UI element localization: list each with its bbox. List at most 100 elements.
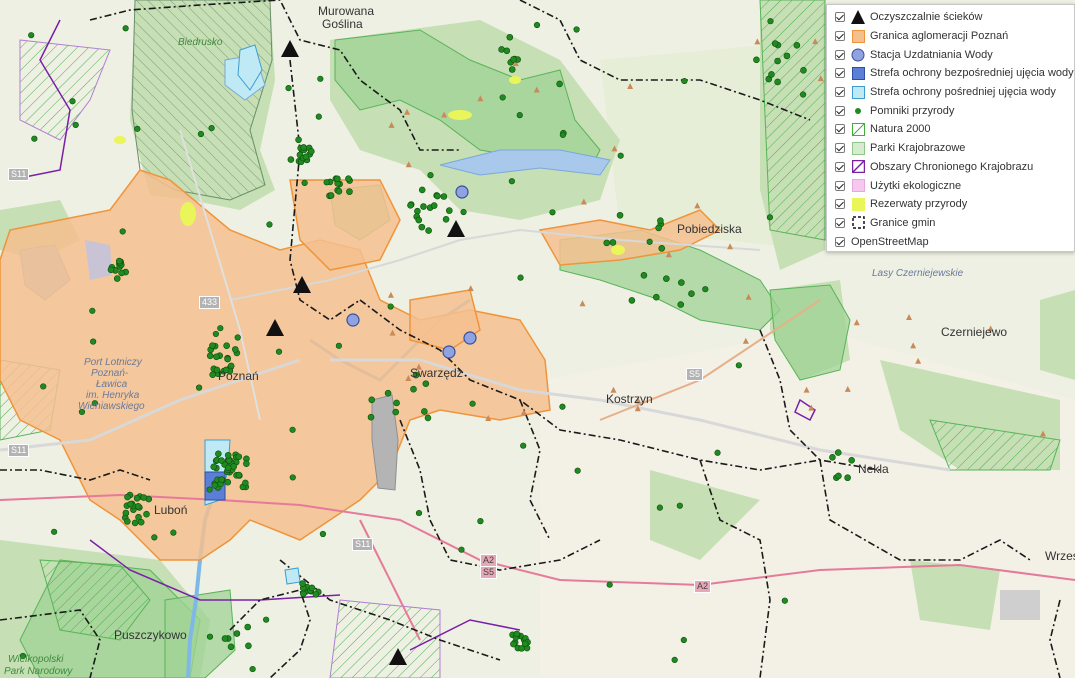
- nature-monument-dot[interactable]: [510, 640, 517, 648]
- nature-monument-dot[interactable]: [40, 383, 47, 390]
- nature-monument-dot[interactable]: [767, 18, 774, 25]
- nature-monument-dot[interactable]: [140, 494, 148, 501]
- nature-monument-dot[interactable]: [345, 175, 352, 182]
- nature-monument-dot[interactable]: [263, 616, 270, 623]
- layer-checkbox[interactable]: [835, 236, 845, 247]
- nature-monument-dot[interactable]: [663, 275, 670, 282]
- nature-monument-dot[interactable]: [300, 590, 307, 598]
- nature-monument-dot[interactable]: [549, 209, 556, 216]
- nature-monument-dot[interactable]: [420, 203, 427, 210]
- nature-monument-dot[interactable]: [844, 474, 851, 482]
- nature-monument-dot[interactable]: [640, 272, 648, 279]
- legend-item-direct-zone[interactable]: Strefa ochrony bezpośredniej ujęcia wody: [835, 64, 1074, 83]
- nature-monument-dot[interactable]: [170, 529, 177, 536]
- nature-monument-dot[interactable]: [231, 346, 239, 353]
- nature-monument-dot[interactable]: [137, 518, 145, 526]
- legend-item-parks[interactable]: Parki Krajobrazowe: [835, 139, 1068, 158]
- nature-monument-dot[interactable]: [774, 78, 781, 86]
- nature-monument-dot[interactable]: [197, 130, 205, 138]
- nature-monument-dot[interactable]: [533, 21, 541, 29]
- nature-monument-dot[interactable]: [299, 580, 306, 587]
- nature-monument-dot[interactable]: [218, 457, 225, 464]
- nature-monument-dot[interactable]: [31, 135, 38, 142]
- nature-monument-dot[interactable]: [688, 290, 695, 297]
- legend-item-sewage[interactable]: Oczyszczalnie ścieków: [835, 8, 1068, 27]
- nature-monument-dot[interactable]: [301, 179, 308, 187]
- layer-checkbox[interactable]: [835, 124, 845, 135]
- nature-monument-dot[interactable]: [384, 389, 392, 397]
- legend-item-osm[interactable]: OpenStreetMap: [835, 232, 1068, 251]
- layer-checkbox[interactable]: [835, 49, 845, 60]
- nature-monument-dot[interactable]: [209, 371, 216, 379]
- legend-item-eco[interactable]: Użytki ekologiczne: [835, 176, 1068, 195]
- nature-monument-dot[interactable]: [434, 192, 441, 200]
- nature-monument-dot[interactable]: [124, 518, 131, 525]
- nature-monument-dot[interactable]: [312, 591, 320, 598]
- nature-monument-dot[interactable]: [829, 454, 836, 461]
- nature-monument-dot[interactable]: [289, 474, 296, 481]
- nature-monument-dot[interactable]: [508, 66, 516, 73]
- nature-monument-dot[interactable]: [415, 509, 423, 517]
- nature-monument-dot[interactable]: [221, 635, 229, 642]
- nature-monument-dot[interactable]: [506, 33, 514, 41]
- nature-monument-dot[interactable]: [151, 534, 158, 541]
- nature-monument-dot[interactable]: [676, 502, 683, 509]
- layer-checkbox[interactable]: [835, 161, 845, 172]
- nature-monument-dot[interactable]: [315, 113, 322, 120]
- layer-checkbox[interactable]: [835, 105, 845, 116]
- nature-monument-dot[interactable]: [115, 257, 123, 265]
- nature-monument-dot[interactable]: [308, 584, 316, 592]
- layer-checkbox[interactable]: [835, 180, 845, 191]
- nature-monument-dot[interactable]: [425, 227, 432, 234]
- nature-monument-dot[interactable]: [51, 528, 58, 535]
- nature-monument-dot[interactable]: [89, 307, 96, 314]
- layer-checkbox[interactable]: [835, 217, 845, 228]
- nature-monument-dot[interactable]: [678, 279, 685, 286]
- legend-item-gminy[interactable]: Granice gmin: [835, 214, 1068, 233]
- nature-monument-dot[interactable]: [766, 214, 774, 221]
- nature-monument-dot[interactable]: [113, 275, 121, 282]
- nature-monument-dot[interactable]: [427, 172, 434, 179]
- nature-monument-dot[interactable]: [211, 482, 219, 489]
- nature-monument-dot[interactable]: [308, 148, 315, 155]
- nature-monument-dot[interactable]: [224, 451, 232, 459]
- nature-monument-dot[interactable]: [124, 493, 131, 501]
- nature-monument-dot[interactable]: [503, 47, 511, 55]
- nature-monument-dot[interactable]: [393, 399, 400, 407]
- nature-monument-dot[interactable]: [209, 342, 216, 349]
- nature-monument-dot[interactable]: [208, 125, 215, 132]
- nature-monument-dot[interactable]: [143, 510, 150, 518]
- layer-checkbox[interactable]: [835, 199, 845, 210]
- nature-monument-dot[interactable]: [681, 77, 688, 85]
- nature-monument-dot[interactable]: [521, 640, 529, 648]
- nature-monument-dot[interactable]: [414, 207, 421, 215]
- nature-monument-dot[interactable]: [517, 274, 524, 281]
- nature-monument-dot[interactable]: [458, 546, 465, 553]
- nature-monument-dot[interactable]: [287, 156, 295, 163]
- nature-monument-dot[interactable]: [800, 67, 807, 74]
- nature-monument-dot[interactable]: [835, 472, 842, 480]
- nature-monument-dot[interactable]: [233, 630, 241, 637]
- nature-monument-dot[interactable]: [334, 175, 341, 183]
- nature-monument-dot[interactable]: [606, 581, 613, 588]
- nature-monument-dot[interactable]: [243, 460, 250, 467]
- nature-monument-dot[interactable]: [206, 352, 214, 360]
- nature-monument-dot[interactable]: [783, 52, 791, 60]
- nature-monument-dot[interactable]: [206, 633, 214, 640]
- nature-monument-dot[interactable]: [559, 131, 567, 139]
- nature-monument-dot[interactable]: [230, 463, 238, 470]
- nature-monument-dot[interactable]: [418, 223, 426, 231]
- layer-checkbox[interactable]: [835, 87, 845, 98]
- nature-monument-dot[interactable]: [656, 504, 663, 511]
- nature-monument-dot[interactable]: [244, 623, 252, 631]
- nature-monument-dot[interactable]: [69, 98, 76, 105]
- nature-monument-dot[interactable]: [327, 192, 335, 199]
- nature-monument-dot[interactable]: [72, 121, 79, 129]
- nature-monument-dot[interactable]: [323, 179, 330, 186]
- layer-checkbox[interactable]: [835, 68, 845, 79]
- nature-monument-dot[interactable]: [516, 112, 523, 119]
- legend-item-water-station[interactable]: Stacja Uzdatniania Wody: [835, 45, 1068, 64]
- nature-monument-dot[interactable]: [410, 385, 417, 393]
- nature-monument-dot[interactable]: [418, 186, 426, 194]
- nature-monument-dot[interactable]: [245, 642, 252, 650]
